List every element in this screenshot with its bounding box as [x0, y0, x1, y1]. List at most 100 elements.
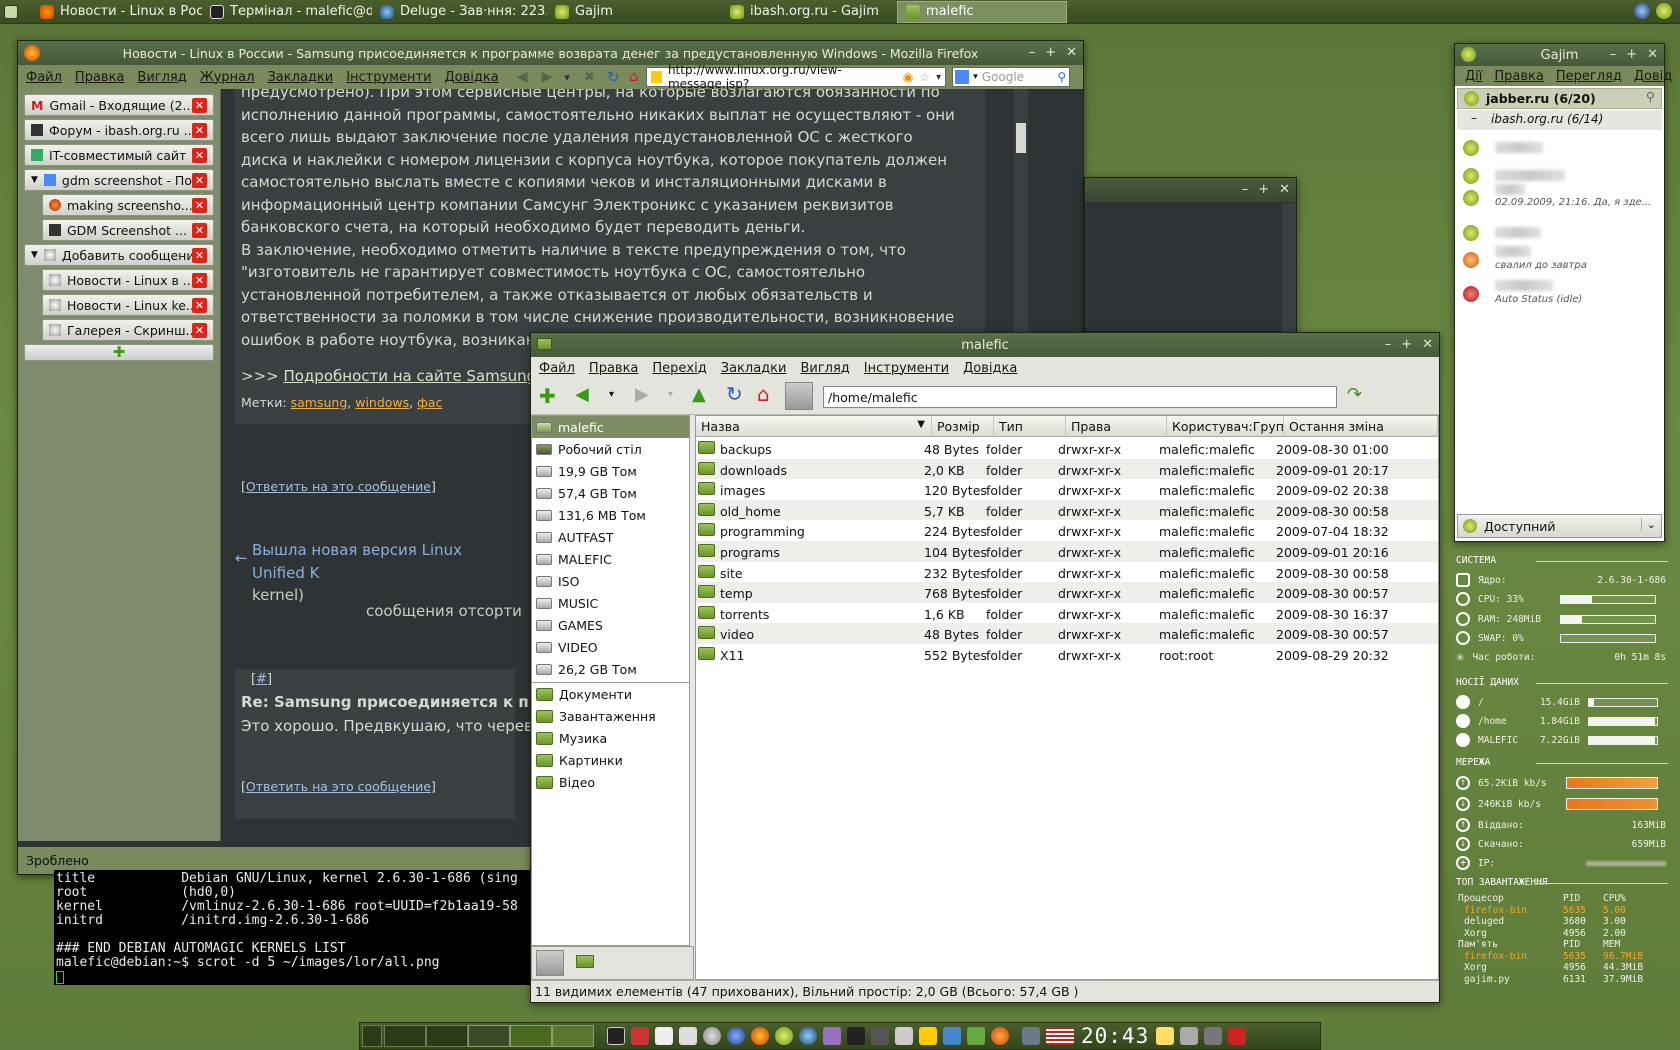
history-dropdown-icon[interactable]: ▾: [564, 71, 570, 84]
task-gajim-chat[interactable]: ibash.org.ru - Gajim: [722, 1, 897, 23]
tray-gajim-icon[interactable]: [1656, 3, 1672, 19]
close-tab-icon[interactable]: ✕: [192, 173, 207, 188]
column-header-size[interactable]: Розмір: [932, 416, 994, 437]
bookmark-star-icon[interactable]: ☆: [919, 70, 930, 84]
notes-icon[interactable]: [679, 1027, 697, 1045]
tag-link[interactable]: windows: [355, 395, 409, 410]
terminal-output[interactable]: title Debian GNU/Linux, kernel 2.6.30-1-…: [54, 870, 594, 985]
bookmark-item[interactable]: Документи: [532, 683, 689, 705]
inkscape-icon[interactable]: [847, 1027, 865, 1045]
tree-mode-icon[interactable]: [576, 955, 594, 968]
maximize-button[interactable]: +: [1045, 45, 1056, 60]
rss-icon[interactable]: ◉: [903, 70, 913, 84]
tab-ibash[interactable]: Форум - ibash.org.ru ... ✕: [24, 119, 214, 141]
contact-item[interactable]: [1455, 134, 1665, 162]
show-desktop-button[interactable]: [0, 1, 32, 23]
scrollbar[interactable]: [1282, 203, 1296, 333]
menu-view[interactable]: Перегляд: [1556, 69, 1622, 84]
file-row[interactable]: programs 104 Bytes folder drwxr-xr-x malefic…: [696, 541, 1438, 563]
tab-gmail[interactable]: M Gmail - Входящие (2... ✕: [24, 94, 214, 116]
player-icon[interactable]: [823, 1027, 841, 1045]
network-icon[interactable]: [727, 1027, 745, 1045]
place-item[interactable]: 26,2 GB Том: [532, 658, 689, 680]
menu-bookmarks[interactable]: Закладки: [721, 361, 787, 376]
file-row[interactable]: torrents 1,6 KB folder drwxr-xr-x malefic:ma…: [696, 602, 1438, 625]
tab-gdm-screenshot[interactable]: ▼ gdm screenshot - По... ✕: [24, 169, 214, 191]
place-item[interactable]: MUSIC: [532, 592, 689, 614]
close-tab-icon[interactable]: ✕: [192, 273, 207, 288]
close-button[interactable]: ✕: [1647, 47, 1658, 62]
search-icon[interactable]: ⚲: [1646, 89, 1655, 104]
menu-tools[interactable]: Інструменти: [346, 70, 431, 85]
menu-view[interactable]: Вигляд: [800, 361, 849, 376]
menu-edit[interactable]: Правка: [589, 361, 638, 376]
new-tab-button[interactable]: ✚: [24, 344, 214, 361]
go-icon[interactable]: ↷: [1347, 384, 1362, 405]
close-tab-icon[interactable]: ✕: [192, 148, 207, 163]
collapse-icon[interactable]: ▼: [31, 250, 38, 260]
scrollbar-thumb[interactable]: [1016, 123, 1026, 153]
bookmark-item[interactable]: Відео: [532, 771, 689, 793]
task-terminal[interactable]: Термінал - malefic@d...: [202, 1, 372, 23]
close-tab-icon[interactable]: ✕: [192, 198, 207, 213]
menu-edit[interactable]: Правка: [1494, 69, 1543, 84]
place-item[interactable]: 131,6 MB Том: [532, 504, 689, 526]
prev-news-link[interactable]: Вышла новая версия Linux Unified K: [252, 541, 462, 582]
calc-icon[interactable]: [967, 1027, 985, 1045]
maximize-button[interactable]: +: [1258, 182, 1269, 197]
gajim-launcher-icon[interactable]: [775, 1027, 793, 1045]
minimize-button[interactable]: –: [1385, 337, 1392, 352]
maximize-button[interactable]: +: [1401, 337, 1412, 352]
close-tab-icon[interactable]: ✕: [192, 248, 207, 263]
forward-icon[interactable]: ▶: [635, 384, 649, 405]
gajim-titlebar[interactable]: Gajim – + ✕: [1455, 44, 1664, 66]
tray-deluge-icon[interactable]: [1634, 3, 1650, 19]
menu-bookmarks[interactable]: Закладки: [267, 70, 333, 85]
account-row[interactable]: jabber.ru (6/20) ⚲: [1457, 88, 1662, 109]
close-button[interactable]: ✕: [1066, 45, 1077, 60]
location-input[interactable]: /home/malefic: [823, 386, 1337, 408]
tray-app-icon[interactable]: [1022, 1027, 1040, 1045]
firefox-launcher-icon[interactable]: [751, 1027, 769, 1045]
contact-item[interactable]: [1455, 219, 1665, 247]
close-tab-icon[interactable]: ✕: [192, 98, 207, 113]
place-item[interactable]: MALEFIC: [532, 548, 689, 570]
place-item[interactable]: 19,9 GB Том: [532, 460, 689, 482]
column-header-name[interactable]: Назва ▼: [696, 416, 932, 437]
tab-gdm-screenshot-2[interactable]: GDM Screenshot ... ✕: [42, 219, 214, 241]
menu-file[interactable]: Файл: [26, 70, 62, 85]
column-header-permissions[interactable]: Права доступу: [1066, 416, 1167, 449]
tab-gallery[interactable]: Галерея - Скринш... ✕: [42, 319, 214, 341]
up-icon[interactable]: ▲: [692, 384, 706, 405]
menu-go[interactable]: Перехід: [652, 361, 706, 376]
reply-link[interactable]: Ответить на это сообщение: [246, 479, 431, 494]
close-tab-icon[interactable]: ✕: [192, 323, 207, 338]
tab-making-screenshots[interactable]: making screensho... ✕: [42, 194, 214, 216]
contact-item[interactable]: свалил до завтра: [1455, 244, 1665, 278]
menu-edit[interactable]: Правка: [75, 70, 124, 85]
back-icon[interactable]: ◀: [517, 69, 528, 85]
comment-anchor-link[interactable]: #: [256, 672, 267, 687]
bookmark-item[interactable]: Музика: [532, 727, 689, 749]
minimize-button[interactable]: –: [1242, 182, 1249, 197]
file-row[interactable]: images 120 Bytes folder drwxr-xr-x malefic:m…: [696, 479, 1438, 502]
disc-icon[interactable]: [703, 1027, 721, 1045]
mail-icon[interactable]: [1156, 1027, 1175, 1045]
tab-add-message[interactable]: ▼ Добавить сообщение ✕: [24, 244, 214, 266]
place-item[interactable]: AUTFAST: [532, 526, 689, 548]
image-viewer-icon[interactable]: [895, 1027, 913, 1045]
browser-icon[interactable]: [991, 1027, 1009, 1045]
screen-icon[interactable]: [1180, 1027, 1199, 1045]
close-button[interactable]: ✕: [1422, 337, 1433, 352]
workspace-3[interactable]: [426, 1025, 468, 1047]
contact-item[interactable]: Auto Status (idle): [1455, 278, 1665, 312]
ticket-icon[interactable]: [919, 1027, 937, 1045]
place-item[interactable]: Робочий стіл: [532, 438, 689, 460]
presence-select[interactable]: Доступний ⌄: [1457, 514, 1662, 538]
url-bar[interactable]: http://www.linux.org.ru/view-message.jsp…: [646, 63, 947, 91]
monitor-icon[interactable]: [1204, 1027, 1223, 1045]
menu-help[interactable]: Довідка: [963, 361, 1017, 376]
tab-it-site[interactable]: IT-совместимый сайт ✕: [24, 144, 214, 166]
place-item[interactable]: GAMES: [532, 614, 689, 636]
place-item[interactable]: ISO: [532, 570, 689, 592]
